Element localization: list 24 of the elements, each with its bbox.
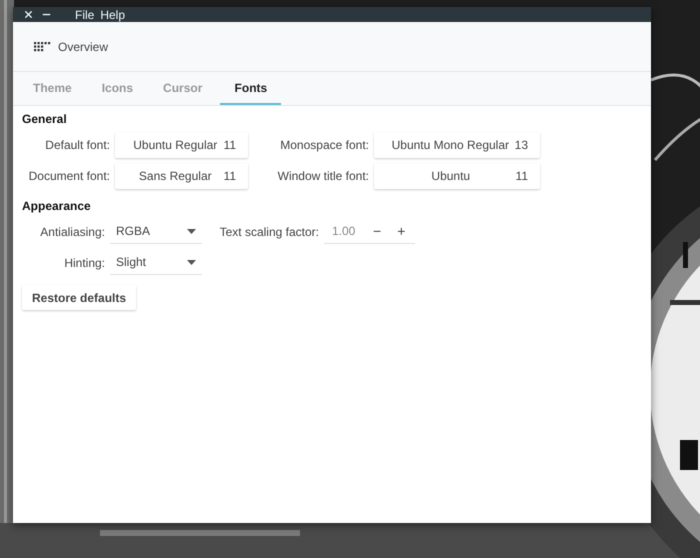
increment-button[interactable]: + [392, 223, 410, 239]
field-label: Antialiasing: [39, 224, 105, 238]
menu-item[interactable]: File [75, 8, 94, 22]
grid-icon [34, 42, 52, 52]
font-button[interactable]: Ubuntu 11 [374, 163, 540, 189]
field-label: Hinting: [63, 256, 105, 270]
font-button[interactable]: Ubuntu Mono Regular 13 [374, 132, 540, 158]
caret-icon [187, 228, 196, 234]
field-label: Monospace font: [279, 138, 369, 152]
section-heading: General [22, 112, 68, 126]
font-button[interactable]: Ubuntu Regular 11 [115, 132, 248, 158]
restore-defaults-button[interactable]: Restore defaults [22, 285, 136, 310]
field-label: Default font: [44, 138, 110, 152]
spin-field[interactable]: 1.00 − + [324, 219, 415, 244]
overview-button[interactable]: Overview [58, 40, 108, 54]
decrement-button[interactable]: − [368, 223, 386, 239]
field-label: Text scaling factor: [219, 224, 319, 238]
menu-item[interactable]: Help [100, 8, 126, 22]
caret-icon [187, 260, 196, 264]
field-label: Document font: [28, 169, 110, 183]
section-heading: Appearance [22, 199, 92, 213]
tab[interactable]: Fonts [220, 72, 282, 105]
font-button[interactable]: Sans Regular 11 [115, 163, 248, 189]
field-label: Window title font: [276, 169, 369, 183]
